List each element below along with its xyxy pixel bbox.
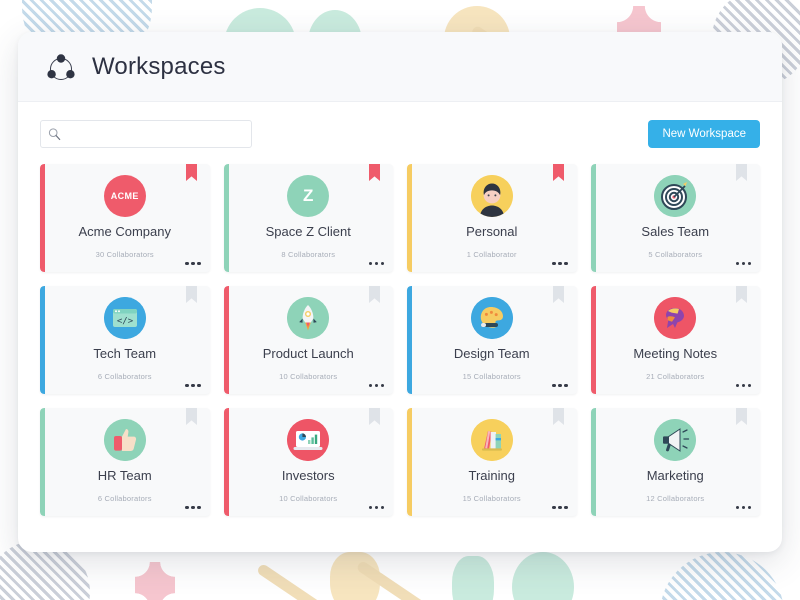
workspace-card[interactable]: Z Space Z Client 8 Collaborators [223,164,393,272]
sand-bar-bottom-1 [255,562,336,600]
more-options-icon[interactable] [368,261,384,265]
more-options-icon[interactable] [735,383,751,387]
card-title: Training [468,468,515,483]
bookmark-ribbon-icon[interactable] [369,164,380,181]
bookmark-ribbon-icon[interactable] [552,286,564,303]
workspace-card[interactable]: ACME Acme Company 30 Collaborators [40,164,210,272]
bookmark-ribbon-icon[interactable] [185,408,197,425]
mint-arc-bottom-1 [452,556,494,600]
more-options-icon[interactable] [735,505,751,509]
screenshot-root: Workspaces New Workspace ACME Acme Compa… [0,0,800,600]
workspace-card[interactable]: Sales Team 5 Collaborators [590,164,760,272]
more-options-icon[interactable] [368,505,384,509]
card-collaborator-count: 1 Collaborator [466,250,517,259]
bookmark-ribbon-icon[interactable] [552,164,564,181]
more-options-icon[interactable] [185,505,201,509]
workspace-card[interactable]: Meeting Notes 21 Collaborators [590,286,760,394]
bookmark-ribbon-icon[interactable] [736,408,747,425]
search-input[interactable] [40,120,252,148]
card-collaborator-count: 30 Collaborators [95,250,154,259]
workspace-card[interactable]: Training 15 Collaborators [407,408,577,516]
workspace-card[interactable]: Investors 10 Collaborators [223,408,393,516]
workspace-card[interactable]: HR Team 6 Collaborators [40,408,210,516]
workspace-card[interactable]: Marketing 12 Collaborators [590,408,760,516]
laptop-chart-icon [287,419,330,461]
more-options-icon[interactable] [552,261,568,265]
more-options-icon[interactable] [185,383,201,387]
card-collaborator-count: 6 Collaborators [97,494,152,503]
card-collaborator-count: 15 Collaborators [462,372,521,381]
more-options-icon[interactable] [185,261,201,265]
card-title: Investors [281,468,335,483]
workspace-card[interactable]: Product Launch 10 Collaborators [223,286,393,394]
card-collaborator-count: 8 Collaborators [281,250,336,259]
card-collaborator-count: 6 Collaborators [97,372,152,381]
cross-shape-bottom [135,562,175,600]
person-avatar-icon [470,175,513,217]
card-collaborator-count: 15 Collaborators [462,494,521,503]
avatar-initials: Z [303,186,314,205]
bookmark-ribbon-icon[interactable] [185,164,197,181]
card-title: Acme Company [78,224,171,239]
toolbar: New Workspace [18,102,782,156]
card-title: Marketing [646,468,704,483]
brain-icon [654,297,697,339]
card-collaborator-count: 12 Collaborators [646,494,705,503]
card-title: Tech Team [93,346,157,361]
code-window-icon: </> [103,297,146,339]
megaphone-icon [654,419,697,461]
card-collaborator-count: 10 Collaborators [279,494,338,503]
page-title: Workspaces [92,52,226,80]
acme-badge-icon: ACME [103,175,146,217]
books-icon [470,419,513,461]
rocket-icon [287,297,330,339]
bookmark-ribbon-icon[interactable] [736,164,747,181]
workspace-card[interactable]: Personal 1 Collaborator [407,164,577,272]
target-dart-icon [654,175,697,217]
bookmark-ribbon-icon[interactable] [552,408,564,425]
title-bar: Workspaces [18,32,782,102]
letter-z-icon: Z [287,175,330,217]
card-title: Design Team [453,346,530,361]
workspace-card[interactable]: </> Tech Team 6 Collaborators [40,286,210,394]
more-options-icon[interactable] [552,505,568,509]
card-collaborator-count: 21 Collaborators [646,372,705,381]
card-title: HR Team [97,468,152,483]
card-title: Product Launch [262,346,354,361]
app-window: Workspaces New Workspace ACME Acme Compa… [18,32,782,552]
bookmark-ribbon-icon[interactable] [369,286,380,303]
new-workspace-button[interactable]: New Workspace [648,120,760,148]
workspace-grid: ACME Acme Company 30 Collaborators Z Spa… [18,156,782,538]
card-title: Space Z Client [265,224,351,239]
card-collaborator-count: 5 Collaborators [648,250,703,259]
palette-icon [470,297,513,339]
more-options-icon[interactable] [368,383,384,387]
svg-text:</>: </> [117,317,134,327]
card-collaborator-count: 10 Collaborators [279,372,338,381]
card-title: Sales Team [641,224,710,239]
more-options-icon[interactable] [552,383,568,387]
card-title: Meeting Notes [633,346,718,361]
thumbs-up-icon [103,419,146,461]
bookmark-ribbon-icon[interactable] [369,408,380,425]
bookmark-ribbon-icon[interactable] [185,286,197,303]
workspace-card[interactable]: Design Team 15 Collaborators [407,286,577,394]
mint-arc-bottom-2 [512,552,574,600]
three-node-network-icon [44,50,78,84]
more-options-icon[interactable] [735,261,751,265]
card-title: Personal [466,224,518,239]
stripe-shape-bottom-right [660,552,784,600]
avatar-initials: ACME [110,191,139,201]
search-field-wrapper [40,120,252,148]
bookmark-ribbon-icon[interactable] [736,286,747,303]
